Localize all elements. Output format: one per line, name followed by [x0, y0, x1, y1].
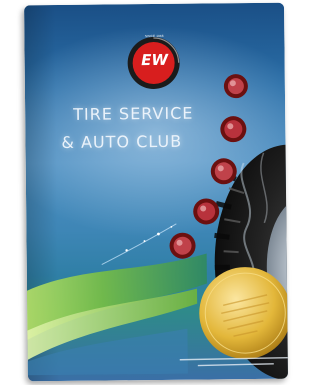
gold-seal-badge [199, 267, 288, 360]
brochure-cover: SINCE 1966 EW TIRE SERVICE & AUTO CLUB [24, 2, 288, 382]
logo-since-text: SINCE 1966 [145, 33, 164, 39]
service-orb-1 [223, 74, 248, 99]
footer-fine-print [179, 356, 288, 367]
headline-line-1: TIRE SERVICE [73, 103, 194, 124]
brochure-image: SINCE 1966 EW TIRE SERVICE & AUTO CLUB [0, 0, 288, 385]
service-orb-5 [169, 232, 196, 259]
logo-letters: EW [141, 50, 169, 70]
service-orb-4 [193, 198, 220, 225]
service-orb-3 [210, 158, 237, 185]
service-orb-2 [220, 116, 247, 143]
